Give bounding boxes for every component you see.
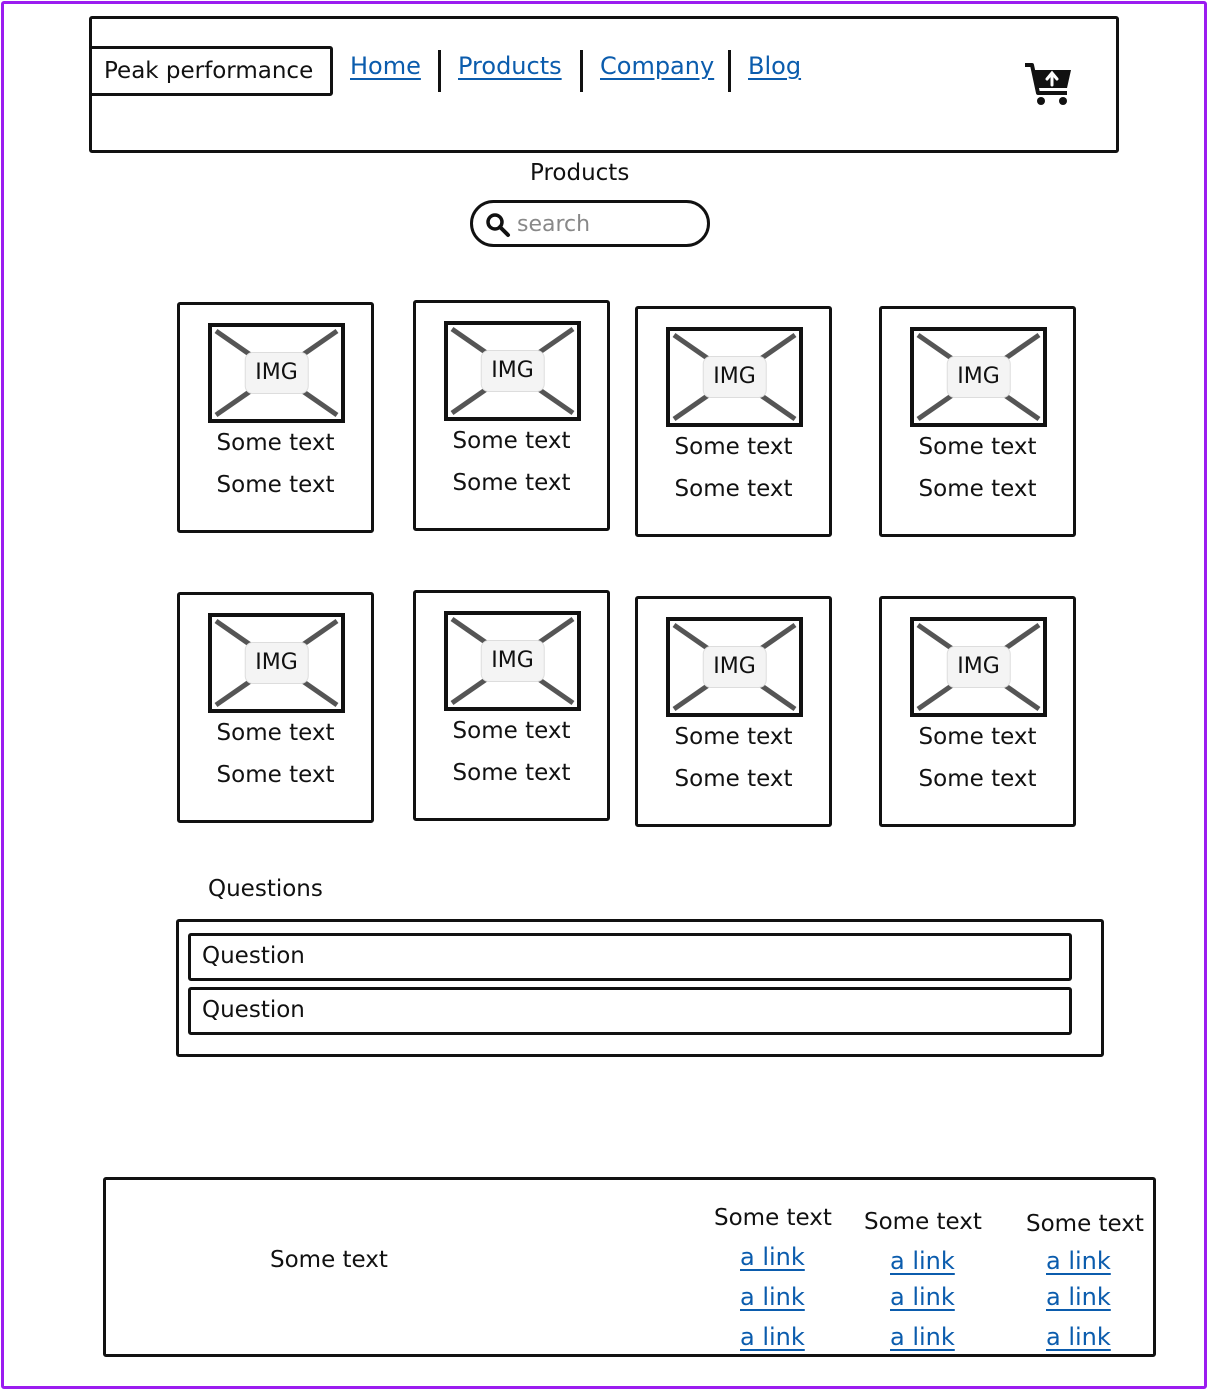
footer-link[interactable]: a link [740, 1283, 805, 1311]
search-icon [486, 213, 510, 237]
image-placeholder-icon: IMG [910, 617, 1047, 717]
footer-link[interactable]: a link [1046, 1247, 1111, 1275]
product-card[interactable]: IMG Some text Some text [177, 592, 374, 823]
card-text: Some text [216, 762, 335, 788]
card-text: Some text [918, 476, 1037, 502]
nav-separator [580, 50, 583, 92]
card-text: Some text [452, 428, 571, 454]
nav-products-link[interactable]: Products [458, 52, 562, 80]
card-text: Some text [452, 718, 571, 744]
questions-title: Questions [208, 876, 323, 902]
product-card[interactable]: IMG Some text Some text [635, 596, 832, 827]
image-placeholder-icon: IMG [666, 617, 803, 717]
footer-link[interactable]: a link [1046, 1283, 1111, 1311]
question-item[interactable]: Question [188, 987, 1072, 1035]
footer-link[interactable]: a link [740, 1323, 805, 1351]
card-text: Some text [452, 470, 571, 496]
card-text: Some text [216, 472, 335, 498]
card-text: Some text [674, 476, 793, 502]
questions-container: Question Question [176, 919, 1104, 1057]
footer-link[interactable]: a link [890, 1323, 955, 1351]
image-label: IMG [702, 356, 767, 398]
footer-link[interactable]: a link [1046, 1323, 1111, 1351]
image-label: IMG [480, 350, 545, 392]
image-label: IMG [244, 642, 309, 684]
image-placeholder-icon: IMG [208, 613, 345, 713]
nav-company-link[interactable]: Company [600, 52, 714, 80]
footer-column-heading: Some text [1026, 1211, 1144, 1237]
nav-blog-link[interactable]: Blog [748, 52, 801, 80]
card-text: Some text [918, 724, 1037, 750]
question-item[interactable]: Question [188, 933, 1072, 981]
image-placeholder-icon: IMG [444, 321, 581, 421]
card-text: Some text [674, 434, 793, 460]
nav-separator [438, 50, 441, 92]
product-card[interactable]: IMG Some text Some text [879, 306, 1076, 537]
product-card[interactable]: IMG Some text Some text [413, 590, 610, 821]
card-text: Some text [216, 430, 335, 456]
card-text: Some text [452, 760, 571, 786]
footer-column-heading: Some text [864, 1209, 982, 1235]
image-label: IMG [946, 646, 1011, 688]
image-label: IMG [702, 646, 767, 688]
footer-link[interactable]: a link [890, 1283, 955, 1311]
nav-separator [728, 50, 731, 92]
footer-link[interactable]: a link [740, 1243, 805, 1271]
footer-link[interactable]: a link [890, 1247, 955, 1275]
card-text: Some text [918, 434, 1037, 460]
shopping-cart-upload-icon[interactable] [1023, 60, 1075, 108]
footer-column-heading: Some text [714, 1205, 832, 1231]
search-input[interactable] [515, 208, 699, 240]
image-placeholder-icon: IMG [444, 611, 581, 711]
product-card[interactable]: IMG Some text Some text [413, 300, 610, 531]
product-card[interactable]: IMG Some text Some text [177, 302, 374, 533]
card-text: Some text [674, 766, 793, 792]
search-box[interactable] [470, 200, 710, 247]
image-placeholder-icon: IMG [910, 327, 1047, 427]
image-placeholder-icon: IMG [208, 323, 345, 423]
site-footer: Some text Some text a link a link a link… [103, 1177, 1156, 1357]
product-card[interactable]: IMG Some text Some text [879, 596, 1076, 827]
brand-logo[interactable]: Peak performance [89, 46, 333, 96]
products-title: Products [530, 160, 630, 186]
image-label: IMG [244, 352, 309, 394]
image-placeholder-icon: IMG [666, 327, 803, 427]
nav-home-link[interactable]: Home [350, 52, 421, 80]
card-text: Some text [918, 766, 1037, 792]
image-label: IMG [946, 356, 1011, 398]
image-label: IMG [480, 640, 545, 682]
footer-text: Some text [270, 1247, 388, 1273]
card-text: Some text [674, 724, 793, 750]
card-text: Some text [216, 720, 335, 746]
product-card[interactable]: IMG Some text Some text [635, 306, 832, 537]
